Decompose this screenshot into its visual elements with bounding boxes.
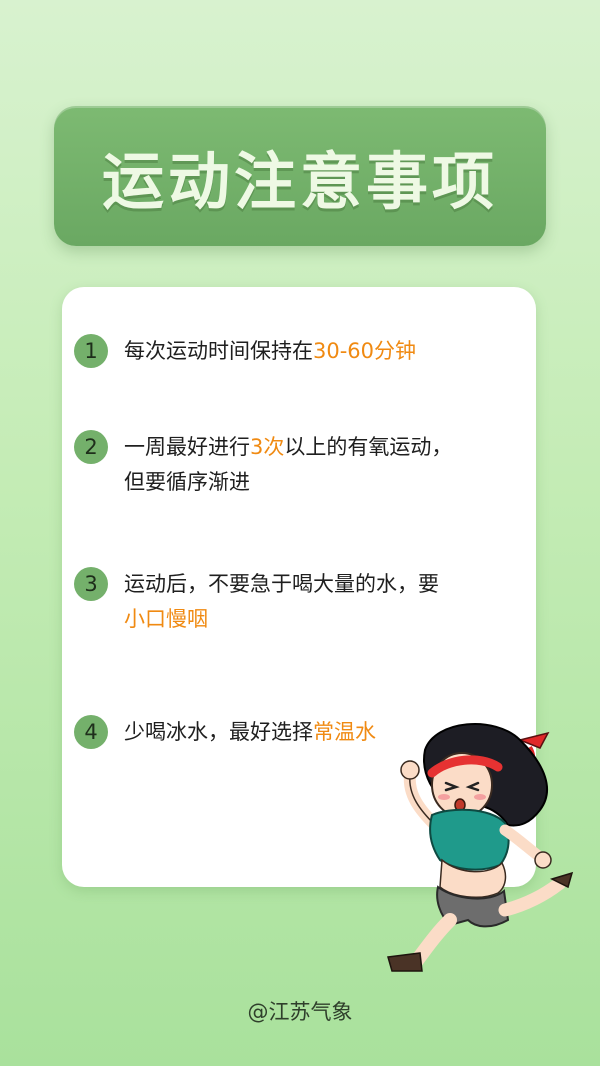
tip-text-segment: 少喝冰水，最好选择 [124, 720, 313, 744]
tip-text-segment: 运动后，不要急于喝大量的水，要 [124, 572, 439, 596]
tip-text: 少喝冰水，最好选择常温水 [124, 715, 376, 750]
number-badge: 1 [74, 334, 108, 368]
tip-text-segment: 以上的有氧运动， [284, 435, 453, 459]
running-girl-illustration [387, 723, 574, 972]
tip-text: 每次运动时间保持在30-60分钟 [124, 334, 416, 369]
title-banner: 运动注意事项 [54, 106, 546, 246]
number-badge: 3 [74, 567, 108, 601]
number-badge: 2 [74, 430, 108, 464]
tip-text: 一周最好进行3次以上的有氧运动， 但要循序渐进 [124, 430, 452, 500]
tip-item-1: 1 每次运动时间保持在30-60分钟 [74, 334, 516, 369]
tip-text-segment: 但要循序渐进 [124, 470, 250, 494]
number-badge: 4 [74, 715, 108, 749]
tip-text-segment: 一周最好进行 [124, 435, 250, 459]
tip-item-2: 2 一周最好进行3次以上的有氧运动， 但要循序渐进 [74, 430, 516, 500]
tip-text: 运动后，不要急于喝大量的水，要 小口慢咽 [124, 567, 439, 637]
tip-highlight: 小口慢咽 [124, 607, 208, 631]
tip-highlight: 3次 [250, 435, 285, 459]
tip-text-segment: 每次运动时间保持在 [124, 339, 313, 363]
page-title: 运动注意事项 [101, 145, 498, 218]
tip-highlight: 30-60分钟 [313, 339, 417, 363]
footer-credit: @江苏气象 [247, 1000, 353, 1024]
tip-highlight: 常温水 [313, 720, 376, 744]
tip-item-3: 3 运动后，不要急于喝大量的水，要 小口慢咽 [74, 567, 516, 637]
